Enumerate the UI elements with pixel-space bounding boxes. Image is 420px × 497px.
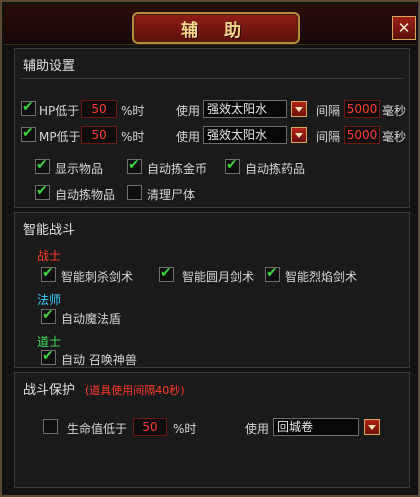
warrior-class-label: 战士: [37, 249, 62, 263]
clear-corpses-label: 清理尸体: [147, 188, 196, 202]
hp-interval-unit: 毫秒: [382, 104, 407, 118]
smart-stab-sword-label: 智能刺杀剑术: [61, 270, 134, 284]
hp-item-dropdown-button[interactable]: [291, 101, 307, 117]
auto-pick-potions-checkbox[interactable]: [225, 157, 240, 174]
mp-checkbox[interactable]: [21, 125, 36, 142]
mp-interval-label: 间隔: [316, 130, 341, 144]
close-icon: ✕: [397, 18, 411, 37]
mp-unit: %时: [121, 130, 145, 144]
title-plate: 辅 助: [132, 12, 300, 44]
mp-use-label: 使用: [176, 130, 201, 144]
assist-window: 辅 助 ✕ 辅助设置 HP低于 50 %时 使用 强效太阳水 间隔 5000 毫…: [0, 0, 420, 497]
smart-combat-title: 智能战斗: [23, 223, 76, 238]
auto-summon-beast-checkbox[interactable]: [41, 348, 56, 365]
protection-use-label: 使用: [245, 422, 270, 436]
combat-protection-panel: 战斗保护 (道具使用间隔40秒) 生命值低于 50 %时 使用 回城卷: [14, 372, 410, 488]
auto-pick-gold-checkbox[interactable]: [127, 157, 142, 174]
divider: [21, 78, 403, 79]
assist-settings-title: 辅助设置: [23, 59, 76, 74]
smart-flame-sword-checkbox[interactable]: [265, 265, 280, 282]
auto-pick-items-label: 自动拣物品: [55, 188, 116, 202]
auto-pick-potions-label: 自动拣药品: [245, 162, 306, 176]
show-items-checkbox[interactable]: [35, 157, 50, 174]
mp-interval-unit: 毫秒: [382, 130, 407, 144]
hp-interval-label: 间隔: [316, 104, 341, 118]
protection-item-select[interactable]: 回城卷: [273, 418, 359, 436]
auto-summon-beast-label: 自动 召唤神兽: [61, 353, 137, 367]
hp-label: HP低于: [39, 104, 80, 118]
smart-halfmoon-sword-checkbox[interactable]: [159, 265, 174, 282]
mp-item-dropdown-button[interactable]: [291, 127, 307, 143]
protection-note: (道具使用间隔40秒): [85, 384, 185, 397]
assist-settings-panel: 辅助设置 HP低于 50 %时 使用 强效太阳水 间隔 5000 毫秒 MP低于…: [14, 48, 410, 208]
mp-item-select[interactable]: 强效太阳水: [203, 126, 287, 144]
smart-combat-panel: 智能战斗 战士 智能刺杀剑术 智能圆月剑术 智能烈焰剑术 法师 自动魔法盾 道士…: [14, 212, 410, 368]
close-button[interactable]: ✕: [392, 16, 416, 40]
show-items-label: 显示物品: [55, 162, 104, 176]
hp-use-label: 使用: [176, 104, 201, 118]
title-bar[interactable]: 辅 助 ✕: [4, 4, 416, 45]
combat-protection-title: 战斗保护: [23, 383, 76, 398]
auto-pick-items-checkbox[interactable]: [35, 183, 50, 200]
mp-threshold-input[interactable]: 50: [81, 126, 117, 144]
smart-stab-sword-checkbox[interactable]: [41, 265, 56, 282]
life-protection-checkbox[interactable]: [43, 419, 58, 434]
smart-flame-sword-label: 智能烈焰剑术: [285, 270, 358, 284]
hp-unit: %时: [121, 104, 145, 118]
auto-magic-shield-label: 自动魔法盾: [61, 312, 122, 326]
protection-item-dropdown-button[interactable]: [364, 419, 380, 435]
smart-halfmoon-sword-label: 智能圆月剑术: [182, 270, 255, 284]
hp-item-select[interactable]: 强效太阳水: [203, 100, 287, 118]
clear-corpses-checkbox[interactable]: [127, 185, 142, 200]
hp-threshold-input[interactable]: 50: [81, 100, 117, 118]
mp-label: MP低于: [39, 130, 81, 144]
auto-pick-gold-label: 自动拣金币: [147, 162, 208, 176]
window-title: 辅 助: [181, 20, 251, 41]
hp-interval-input[interactable]: 5000: [344, 100, 380, 118]
mage-class-label: 法师: [37, 293, 62, 307]
life-threshold-unit: %时: [173, 422, 197, 436]
hp-checkbox[interactable]: [21, 99, 36, 116]
mp-interval-input[interactable]: 5000: [344, 126, 380, 144]
auto-magic-shield-checkbox[interactable]: [41, 307, 56, 324]
life-threshold-label: 生命值低于: [67, 422, 128, 436]
life-threshold-input[interactable]: 50: [133, 418, 167, 436]
